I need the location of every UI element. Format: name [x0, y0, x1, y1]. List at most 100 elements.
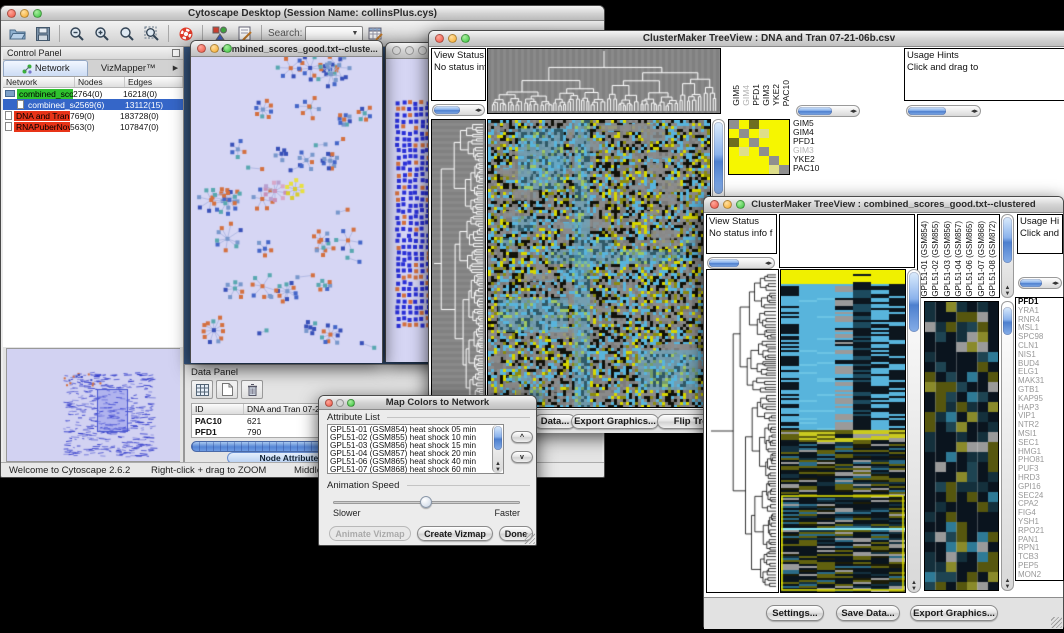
column-label[interactable]: GPL51-08 (GSM872): [988, 221, 997, 297]
gene-list[interactable]: PFD1YRA1RNR4MSL1SPC98CLN1NIS1BUD4ELG1MAK…: [1015, 297, 1064, 581]
matrix-cell[interactable]: [739, 147, 749, 156]
matrix-cell[interactable]: [729, 138, 739, 147]
maximize-button[interactable]: [33, 9, 42, 18]
col-header-edges[interactable]: Edges: [125, 77, 183, 87]
scrollbar-arrows-icon[interactable]: ▲▼: [493, 461, 503, 473]
maximize-button[interactable]: [223, 44, 232, 53]
column-dendrogram-canvas[interactable]: [488, 49, 720, 113]
attribute-item[interactable]: GPL51-07 (GSM868) heat shock 60 min: [328, 466, 491, 474]
view-status-hscrollbar[interactable]: ◂▸: [707, 257, 775, 269]
scrollbar-thumb[interactable]: [1003, 307, 1012, 335]
close-button[interactable]: [7, 9, 16, 18]
scrollbar-thumb[interactable]: [909, 272, 919, 332]
save-button[interactable]: [30, 23, 55, 45]
move-up-button[interactable]: ^: [511, 431, 533, 443]
zoom-in-button[interactable]: [89, 23, 114, 45]
tab-network[interactable]: Network: [3, 60, 88, 76]
matrix-cell[interactable]: [729, 156, 739, 165]
maximize-button[interactable]: [347, 399, 355, 407]
usage-hints-hscrollbar[interactable]: ◂▸: [1018, 277, 1062, 289]
column-label[interactable]: PAC10: [781, 80, 791, 106]
matrix-cell[interactable]: [759, 147, 769, 156]
minimize-button[interactable]: [210, 44, 219, 53]
row-labels-hscrollbar[interactable]: ◂▸: [796, 105, 860, 117]
close-button[interactable]: [710, 200, 719, 209]
minimize-button[interactable]: [448, 34, 457, 43]
resize-grip[interactable]: [524, 533, 535, 544]
scrollbar-thumb[interactable]: [908, 107, 946, 115]
dialog-titlebar[interactable]: Map Colors to Network: [319, 396, 536, 410]
row-label[interactable]: PAC10: [793, 164, 865, 173]
scrollbar-arrows-icon[interactable]: ◂▸: [971, 107, 978, 116]
scrollbar-thumb[interactable]: [434, 106, 460, 114]
scrollbar-arrows-icon[interactable]: ▲▼: [1002, 578, 1013, 590]
float-panel-icon[interactable]: [172, 49, 180, 57]
heatmap-canvas[interactable]: [781, 270, 905, 592]
animate-vizmap-button[interactable]: Animate Vizmap: [329, 526, 411, 541]
scrollbar-arrows-icon[interactable]: ◂▸: [765, 259, 772, 268]
minimize-button[interactable]: [405, 46, 414, 55]
export-graphics-button[interactable]: Export Graphics...: [910, 605, 998, 621]
treeview2-titlebar[interactable]: ClusterMaker TreeView : combined_scores_…: [704, 197, 1063, 213]
scrollbar-arrows-icon[interactable]: ◂▸: [475, 106, 482, 115]
matrix-cell[interactable]: [749, 120, 759, 129]
network-list-row[interactable]: combined_scores2764(0)16218(0): [3, 88, 183, 99]
network-list-row[interactable]: RNAPuberNov2+563(0)107847(0): [3, 121, 183, 132]
matrix-cell[interactable]: [739, 156, 749, 165]
matrix-cell[interactable]: [749, 129, 759, 138]
birdseye-view[interactable]: [6, 348, 180, 462]
network-list-row[interactable]: combined_sco2569(6)13112(15): [3, 99, 183, 110]
matrix-cell[interactable]: [769, 138, 779, 147]
zoom-fit-button[interactable]: [114, 23, 139, 45]
matrix-cell[interactable]: [779, 138, 789, 147]
close-button[interactable]: [197, 44, 206, 53]
matrix-cell[interactable]: [779, 156, 789, 165]
matrix-cell[interactable]: [759, 120, 769, 129]
column-label[interactable]: GIM5: [731, 85, 741, 106]
column-label[interactable]: YKE2: [771, 84, 781, 106]
col-header-network[interactable]: Network: [3, 77, 75, 87]
matrix-cell[interactable]: [729, 129, 739, 138]
column-label[interactable]: GIM4: [741, 85, 751, 106]
birdseye-canvas[interactable]: [7, 349, 180, 461]
column-label[interactable]: GPL51-01 (GSM854): [920, 221, 929, 297]
scrollbar-arrows-icon[interactable]: ▲▼: [1002, 285, 1013, 297]
network-list-row[interactable]: DNA and Tran 07769(0)183728(0): [3, 110, 183, 121]
matrix-cell[interactable]: [749, 156, 759, 165]
column-dendrogram-panel[interactable]: [779, 214, 915, 268]
column-label[interactable]: GPL51-02 (GSM855): [931, 221, 940, 297]
heatmap-panel[interactable]: [780, 269, 906, 593]
matrix-cell[interactable]: [729, 120, 739, 129]
scrollbar-arrows-icon[interactable]: ◂▸: [1052, 279, 1059, 288]
matrix-cell[interactable]: [759, 156, 769, 165]
matrix-cell[interactable]: [779, 120, 789, 129]
matrix-cell[interactable]: [779, 147, 789, 156]
minimize-button[interactable]: [336, 399, 344, 407]
minimize-button[interactable]: [723, 200, 732, 209]
scrollbar-thumb[interactable]: [494, 426, 502, 450]
heatmap-vscrollbar[interactable]: ▲▼: [907, 269, 921, 593]
listbox-vscrollbar[interactable]: ▲▼: [492, 425, 503, 473]
gene-label[interactable]: MON2: [1016, 571, 1063, 580]
save-data-button[interactable]: Data...: [534, 414, 576, 429]
tab-overflow-arrow-icon[interactable]: ▶: [168, 60, 183, 76]
cluster-matrix[interactable]: [728, 119, 790, 175]
secondary-heatmap-vscrollbar[interactable]: ▲▼: [1001, 301, 1014, 591]
row-dendrogram-canvas[interactable]: [432, 120, 485, 407]
move-down-button[interactable]: v: [511, 451, 533, 463]
column-label[interactable]: PFD1: [751, 84, 761, 106]
zoom-out-button[interactable]: [64, 23, 89, 45]
column-label[interactable]: GPL51-03 (GSM856): [943, 221, 952, 297]
table-mode-button[interactable]: [191, 380, 213, 399]
col-header-id[interactable]: ID: [192, 404, 244, 414]
column-dendrogram-panel[interactable]: [487, 48, 721, 114]
secondary-heatmap-canvas[interactable]: [925, 302, 998, 590]
create-vizmap-button[interactable]: Create Vizmap: [417, 526, 493, 541]
open-button[interactable]: [5, 23, 30, 45]
matrix-cell[interactable]: [759, 165, 769, 174]
create-attribute-button[interactable]: [216, 380, 238, 399]
matrix-cell[interactable]: [769, 165, 779, 174]
heatmap-canvas[interactable]: [488, 120, 710, 407]
row-dendrogram-canvas[interactable]: [707, 270, 778, 592]
view-status-hscrollbar[interactable]: ◂▸: [432, 104, 485, 116]
